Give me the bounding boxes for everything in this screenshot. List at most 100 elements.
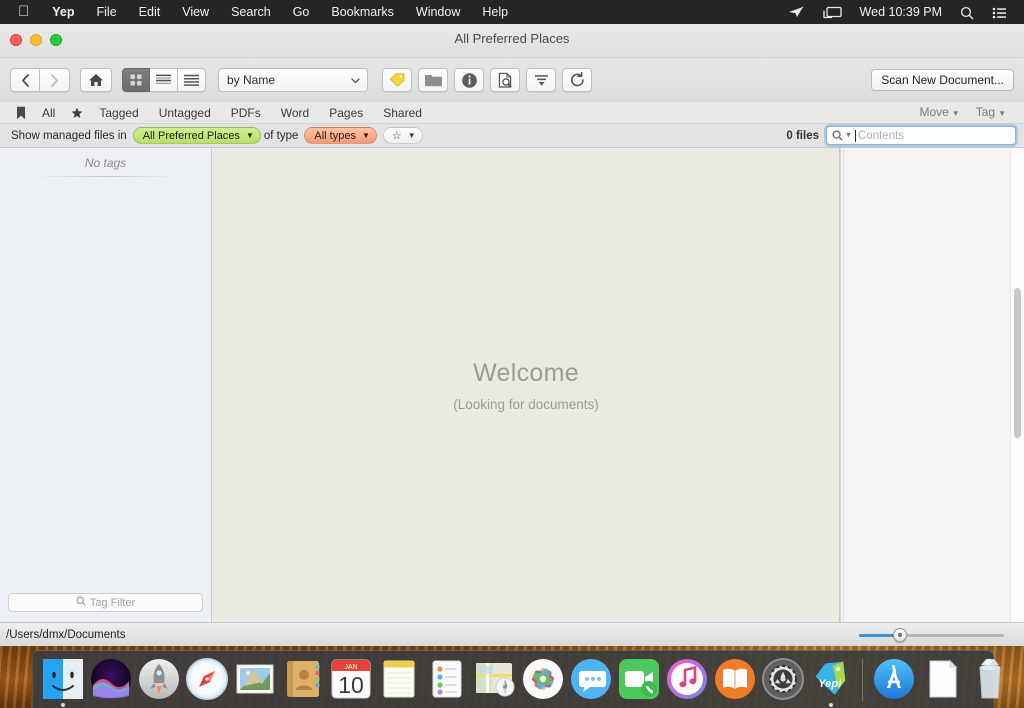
list-view-button[interactable] xyxy=(150,68,178,92)
dock-item-document[interactable] xyxy=(919,656,965,702)
menu-item-view[interactable]: View xyxy=(171,0,220,24)
tag-label: Tag xyxy=(976,105,995,119)
back-button[interactable] xyxy=(10,68,40,92)
status-bar: /Users/dmx/Documents xyxy=(0,622,1024,646)
refresh-icon[interactable] xyxy=(562,68,592,92)
menu-item-window[interactable]: Window xyxy=(405,0,471,24)
running-indicator xyxy=(829,703,833,707)
star-icon[interactable] xyxy=(65,107,89,119)
dock-item-app-store[interactable] xyxy=(871,656,917,702)
dock-item-finder[interactable] xyxy=(40,656,86,702)
menu-item-search[interactable]: Search xyxy=(220,0,282,24)
dock-item-trash[interactable] xyxy=(967,656,1013,702)
scan-new-document-button[interactable]: Scan New Document... xyxy=(871,69,1014,91)
forward-button[interactable] xyxy=(40,68,70,92)
screen-mirroring-icon[interactable] xyxy=(814,0,851,24)
control-center-icon[interactable] xyxy=(983,0,1016,24)
dock-item-siri[interactable] xyxy=(88,656,134,702)
menu-item-go[interactable]: Go xyxy=(282,0,321,24)
preferred-places-dropdown[interactable]: All Preferred Places ▼ xyxy=(133,127,261,144)
zoom-slider[interactable] xyxy=(859,628,1004,642)
dock-item-calendar[interactable]: JAN 10 xyxy=(328,656,374,702)
welcome-subtitle: (Looking for documents) xyxy=(453,397,599,412)
home-icon[interactable] xyxy=(80,68,112,92)
tag-filter-placeholder: Tag Filter xyxy=(90,597,135,609)
tag-menu-button[interactable]: Tag▼ xyxy=(968,101,1014,125)
menu-item-file[interactable]: File xyxy=(86,0,128,24)
dock-item-maps[interactable] xyxy=(472,656,518,702)
dock-item-mail[interactable] xyxy=(232,656,278,702)
menu-bar-clock[interactable]: Wed 10:39 PM xyxy=(851,0,951,24)
tag-icon[interactable] xyxy=(382,68,412,92)
yep-wordmark: Yep! xyxy=(818,678,842,690)
favorites-dropdown[interactable]: ☆ ▼ xyxy=(383,127,423,144)
view-mode-segmented-control xyxy=(122,68,206,92)
dock-item-yep[interactable]: Yep! xyxy=(808,656,854,702)
folder-icon[interactable] xyxy=(418,68,448,92)
dock-item-notes[interactable] xyxy=(376,656,422,702)
document-preview-icon[interactable] xyxy=(490,68,520,92)
sort-order-popup[interactable]: by Name xyxy=(218,68,368,92)
tag-filter-input[interactable]: Tag Filter xyxy=(8,593,203,612)
current-path-label: /Users/dmx/Documents xyxy=(6,629,126,641)
airplay-send-icon[interactable] xyxy=(779,0,814,24)
dock-item-system-preferences[interactable] xyxy=(760,656,806,702)
tab-shared[interactable]: Shared xyxy=(373,102,432,124)
move-label: Move xyxy=(919,105,948,119)
chevron-down-icon: ▼ xyxy=(362,131,370,140)
dock-item-facetime[interactable] xyxy=(616,656,662,702)
welcome-title: Welcome xyxy=(473,359,579,388)
dock-item-ibooks[interactable] xyxy=(712,656,758,702)
move-menu-button[interactable]: Move▼ xyxy=(911,101,967,125)
chevron-down-icon: ▼ xyxy=(998,109,1006,118)
apple-menu-icon[interactable]:  xyxy=(8,1,41,23)
tab-word[interactable]: Word xyxy=(271,102,319,124)
search-placeholder: Contents xyxy=(858,130,904,142)
nav-buttons xyxy=(10,68,70,92)
chevron-down-icon xyxy=(351,73,360,87)
menu-item-yep[interactable]: Yep xyxy=(41,0,85,24)
running-indicator xyxy=(61,703,65,707)
tab-untagged[interactable]: Untagged xyxy=(149,102,221,124)
vertical-scrollbar[interactable] xyxy=(1010,148,1024,622)
toolbar: by Name Sca xyxy=(0,58,1024,102)
file-type-dropdown[interactable]: All types ▼ xyxy=(304,127,377,144)
tab-pdfs[interactable]: PDFs xyxy=(221,102,271,124)
window-titlebar: All Preferred Places xyxy=(0,24,1024,58)
tab-all[interactable]: All xyxy=(32,102,65,124)
filter-middle-label: of type xyxy=(264,130,299,142)
star-icon: ☆ xyxy=(392,129,402,142)
info-icon[interactable] xyxy=(454,68,484,92)
slider-knob[interactable] xyxy=(893,628,907,642)
tab-tagged[interactable]: Tagged xyxy=(89,102,148,124)
text-cursor xyxy=(855,130,856,142)
scrollbar-thumb[interactable] xyxy=(1014,288,1021,438)
menu-item-help[interactable]: Help xyxy=(471,0,519,24)
screen:  Yep File Edit View Search Go Bookmarks… xyxy=(0,0,1024,708)
dock-item-contacts[interactable] xyxy=(280,656,326,702)
dock-item-reminders[interactable] xyxy=(424,656,470,702)
bookmark-icon[interactable] xyxy=(10,106,32,120)
menu-item-bookmarks[interactable]: Bookmarks xyxy=(320,0,405,24)
filter-icon[interactable] xyxy=(526,68,556,92)
documents-content-area[interactable]: Welcome (Looking for documents) xyxy=(213,148,840,622)
dock-item-launchpad[interactable] xyxy=(136,656,182,702)
filter-prefix-label: Show managed files in xyxy=(11,130,127,142)
preview-panel-inner xyxy=(843,149,1010,622)
menu-item-edit[interactable]: Edit xyxy=(128,0,172,24)
file-type-label: All types xyxy=(314,130,356,142)
spotlight-search-icon[interactable] xyxy=(951,0,983,24)
sort-order-value: by Name xyxy=(227,73,275,87)
menu-bar-status: Wed 10:39 PM xyxy=(779,0,1016,24)
tags-sidebar: No tags Tag Filter xyxy=(0,148,212,622)
dock-item-messages[interactable] xyxy=(568,656,614,702)
column-view-button[interactable] xyxy=(178,68,206,92)
tab-pages[interactable]: Pages xyxy=(319,102,373,124)
tabs-right-group: Move▼ Tag▼ xyxy=(911,101,1014,125)
dock-item-photos[interactable] xyxy=(520,656,566,702)
dock-item-safari[interactable] xyxy=(184,656,230,702)
icon-view-button[interactable] xyxy=(122,68,150,92)
dock-item-itunes[interactable] xyxy=(664,656,710,702)
search-input[interactable]: ▼ Contents xyxy=(826,126,1016,145)
status-bar-right xyxy=(859,628,1018,642)
